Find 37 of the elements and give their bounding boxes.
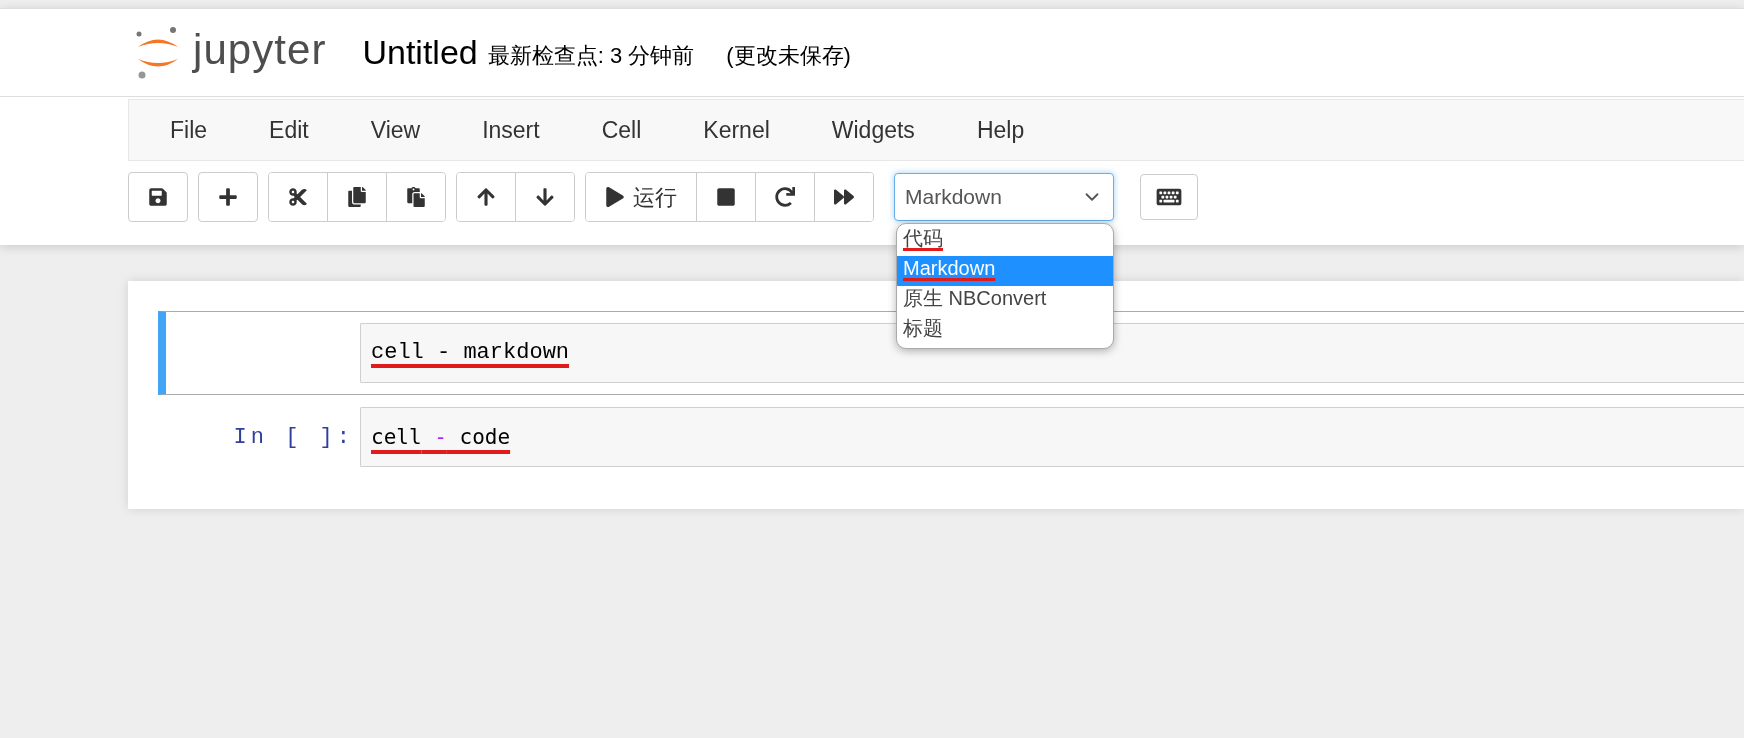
arrow-up-icon — [476, 187, 496, 207]
play-icon — [605, 187, 625, 207]
copy-icon — [347, 187, 367, 207]
scissors-icon — [288, 187, 308, 207]
dropdown-option[interactable]: 代码 — [897, 226, 1113, 256]
input-prompt: In [ ]: — [233, 423, 354, 452]
menu-item[interactable]: Edit — [238, 112, 340, 148]
toolbar-button[interactable] — [128, 172, 188, 222]
keyboard-shortcuts-button[interactable] — [1140, 174, 1198, 220]
keyboard-icon — [1156, 186, 1182, 208]
checkpoint-status: 最新检查点: 3 分钟前 — [487, 42, 695, 70]
menu-item[interactable]: Cell — [570, 112, 673, 148]
menu-item[interactable]: Insert — [451, 112, 571, 148]
toolbar-button[interactable] — [198, 172, 258, 222]
arrow-down-icon — [535, 187, 555, 207]
code-text: cell - code — [371, 424, 511, 451]
autosave-status: (更改未保存) — [726, 42, 851, 70]
cell-input-area[interactable]: cell - code — [360, 407, 1744, 467]
notebook-name[interactable]: Untitled — [362, 27, 478, 78]
cell-type-select[interactable]: Markdown — [894, 173, 1114, 221]
run-button[interactable]: 运行 — [586, 173, 697, 221]
menu-item[interactable]: Widgets — [800, 112, 946, 148]
menu-item[interactable]: View — [339, 112, 452, 148]
stop-icon — [716, 187, 736, 207]
toolbar-button[interactable] — [269, 173, 328, 221]
fast-forward-icon — [834, 187, 854, 207]
restart-icon — [775, 187, 795, 207]
plus-icon — [218, 187, 238, 207]
save-icon — [148, 187, 168, 207]
menu-item[interactable]: File — [139, 112, 239, 148]
paste-icon — [406, 187, 426, 207]
menu-item[interactable]: Kernel — [672, 112, 801, 148]
toolbar-button[interactable] — [457, 173, 516, 221]
code-cell[interactable]: In [ ]: cell - code — [158, 395, 1744, 479]
markdown-text: cell - markdown — [371, 339, 570, 367]
jupyter-logo-text: jupyter — [193, 28, 327, 75]
menu-item[interactable]: Help — [945, 112, 1056, 148]
